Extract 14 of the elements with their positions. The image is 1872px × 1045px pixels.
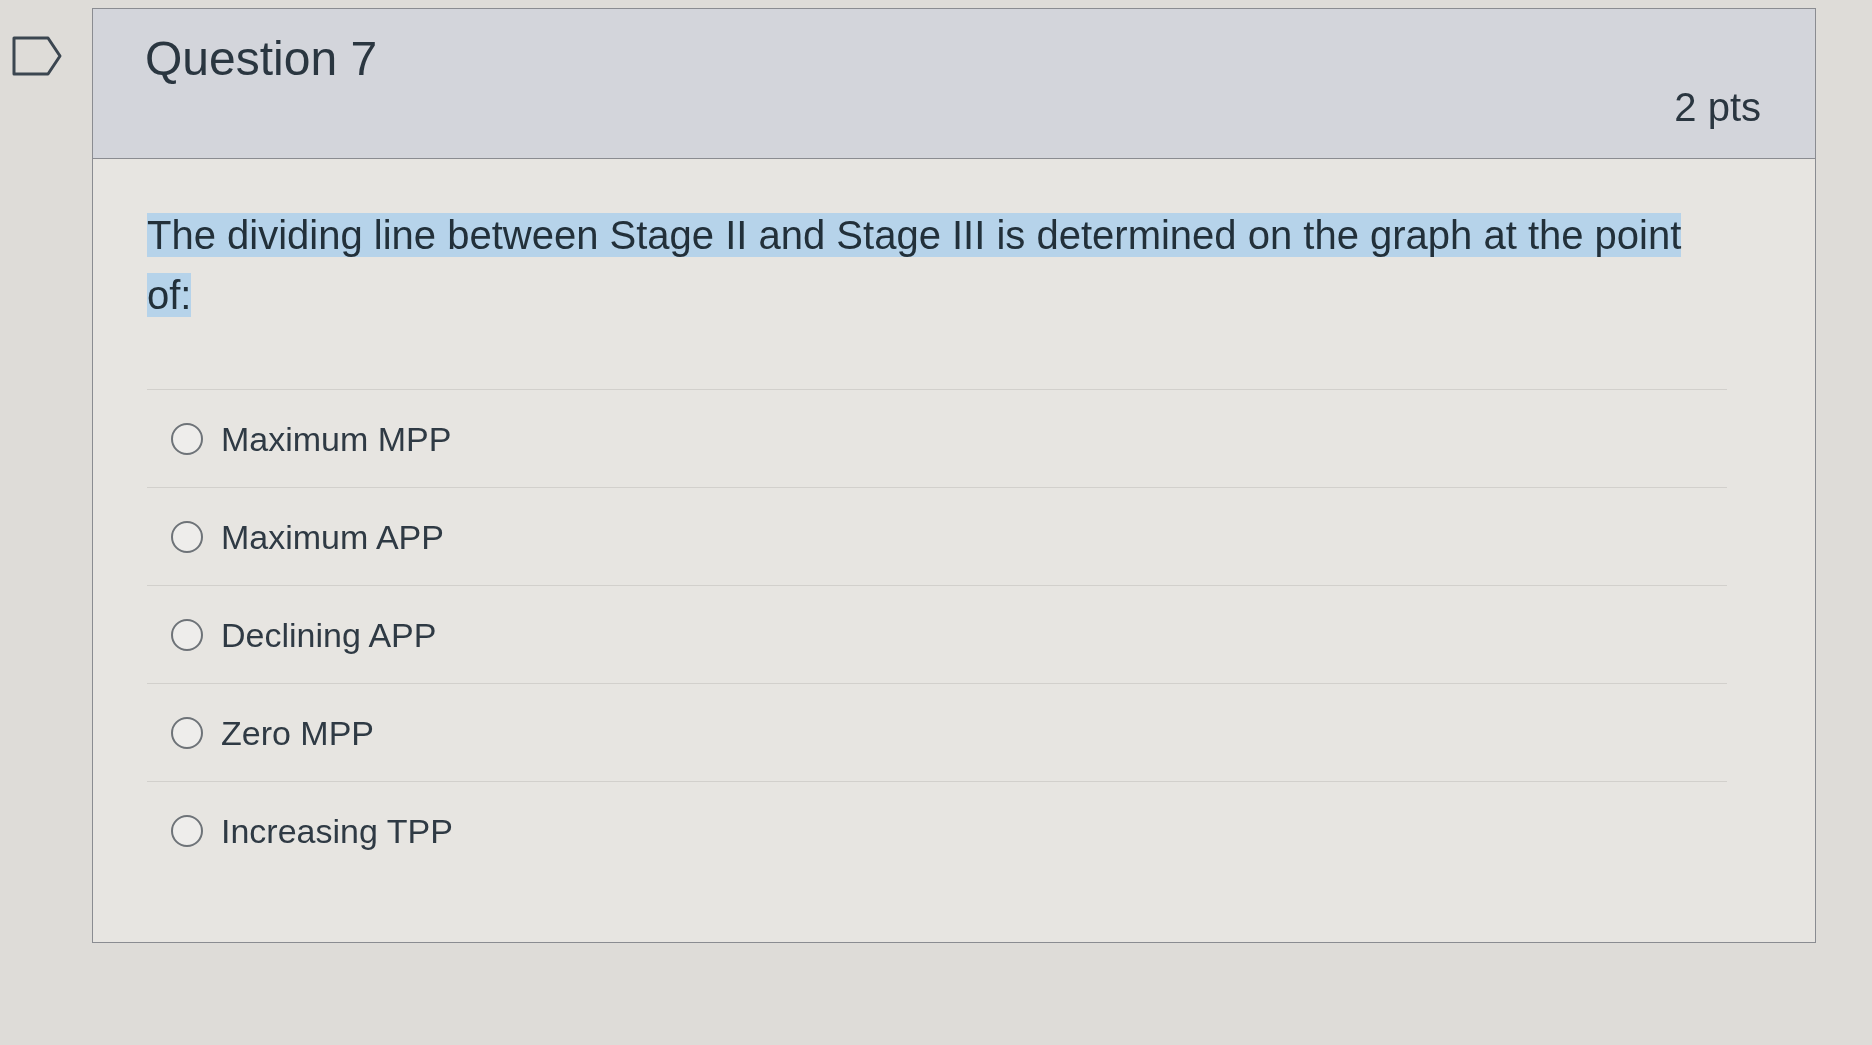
answer-label[interactable]: Maximum APP <box>221 519 444 554</box>
question-text: The dividing line between Stage II and Stage III is determined on the graph at the point of: <box>147 212 1683 319</box>
question-title: Question 7 <box>145 31 378 83</box>
radio-button[interactable] <box>171 716 203 749</box>
answer-label[interactable]: Maximum MPP <box>221 421 452 456</box>
radio-button[interactable] <box>171 422 203 455</box>
points-label: 2 pts <box>1674 84 1761 127</box>
radio-button[interactable] <box>171 618 203 651</box>
answer-label[interactable]: Increasing TPP <box>221 813 453 848</box>
answer-label[interactable]: Declining APP <box>221 617 437 652</box>
answer-label[interactable]: Zero MPP <box>221 715 375 750</box>
radio-button[interactable] <box>171 520 203 553</box>
tag-outline-icon[interactable] <box>12 36 62 76</box>
radio-button[interactable] <box>171 814 203 847</box>
